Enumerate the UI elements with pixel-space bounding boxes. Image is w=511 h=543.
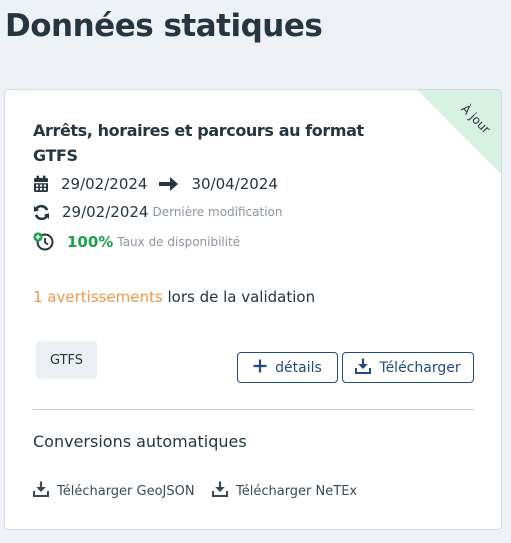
sync-icon bbox=[33, 204, 50, 221]
conversions-title: Conversions automatiques bbox=[33, 432, 247, 451]
validation-warning-link[interactable]: 1 avertissements bbox=[33, 288, 163, 306]
arrow-right-icon bbox=[159, 177, 179, 191]
status-ribbon-label: À jour bbox=[457, 101, 493, 137]
format-badge: GTFS bbox=[36, 341, 97, 379]
plus-icon bbox=[253, 359, 267, 377]
download-geojson-link[interactable]: Télécharger GeoJSON bbox=[33, 481, 195, 501]
availability-value: 100% bbox=[67, 233, 114, 251]
validation-suffix: lors de la validation bbox=[162, 288, 316, 306]
download-geojson-label: Télécharger GeoJSON bbox=[57, 483, 195, 499]
resource-title: Arrêts, horaires et parcours au format G… bbox=[33, 121, 364, 165]
validation-summary: 1 avertissements lors de la validation bbox=[33, 288, 315, 306]
download-netex-link[interactable]: Télécharger NeTEx bbox=[212, 481, 357, 501]
details-button-label: détails bbox=[275, 359, 322, 376]
end-date: 30/04/2024 bbox=[191, 175, 278, 193]
validity-period: 29/02/2024 30/04/2024 bbox=[33, 175, 278, 193]
availability: 100% Taux de disponibilité bbox=[33, 232, 240, 252]
details-button[interactable]: détails bbox=[237, 352, 338, 383]
start-date: 29/02/2024 bbox=[61, 175, 148, 193]
resource-card: À jour Arrêts, horaires et parcours au f… bbox=[4, 89, 502, 530]
download-button-label: Télécharger bbox=[379, 359, 461, 376]
calendar-icon bbox=[33, 175, 49, 193]
download-netex-label: Télécharger NeTEx bbox=[236, 483, 358, 499]
divider bbox=[33, 409, 474, 410]
download-button[interactable]: Télécharger bbox=[342, 352, 474, 383]
last-modified: 29/02/2024 Dernière modification bbox=[33, 203, 282, 221]
modified-date: 29/02/2024 bbox=[62, 203, 149, 221]
download-icon bbox=[355, 358, 372, 378]
modified-label: Dernière modification bbox=[152, 205, 283, 219]
page-title: Données statiques bbox=[5, 8, 323, 44]
availability-label: Taux de disponibilité bbox=[117, 235, 241, 249]
download-icon bbox=[33, 481, 49, 501]
download-icon bbox=[212, 481, 228, 501]
status-ribbon: À jour bbox=[417, 90, 501, 174]
history-icon bbox=[33, 232, 55, 252]
